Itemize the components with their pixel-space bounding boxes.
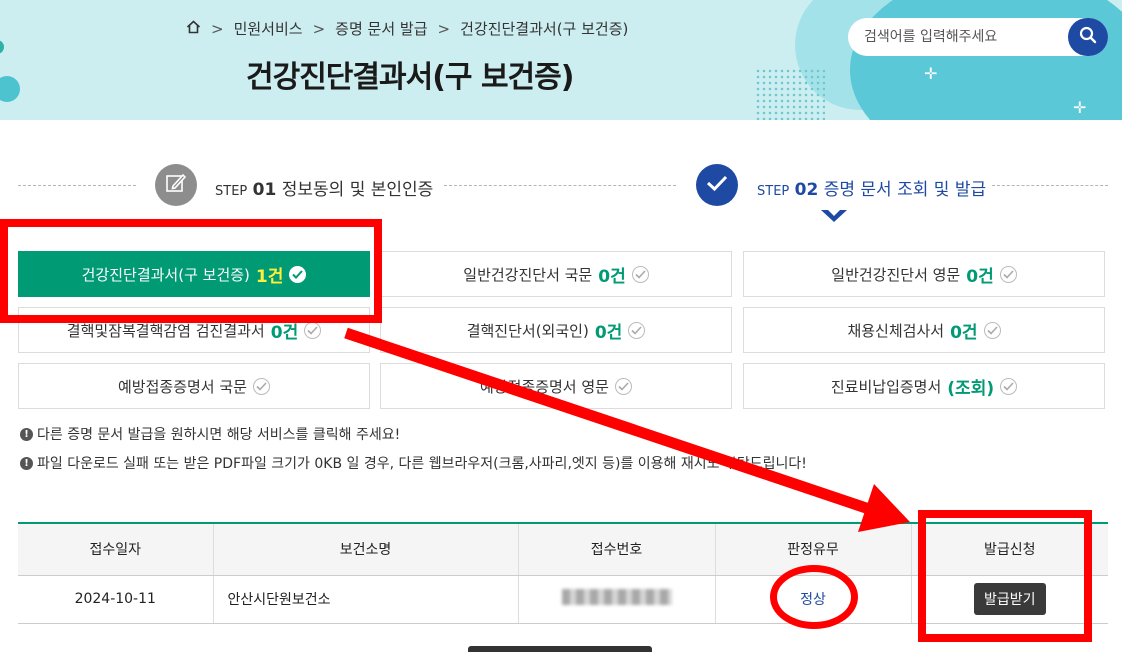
annotation-arrow [344,327,910,532]
